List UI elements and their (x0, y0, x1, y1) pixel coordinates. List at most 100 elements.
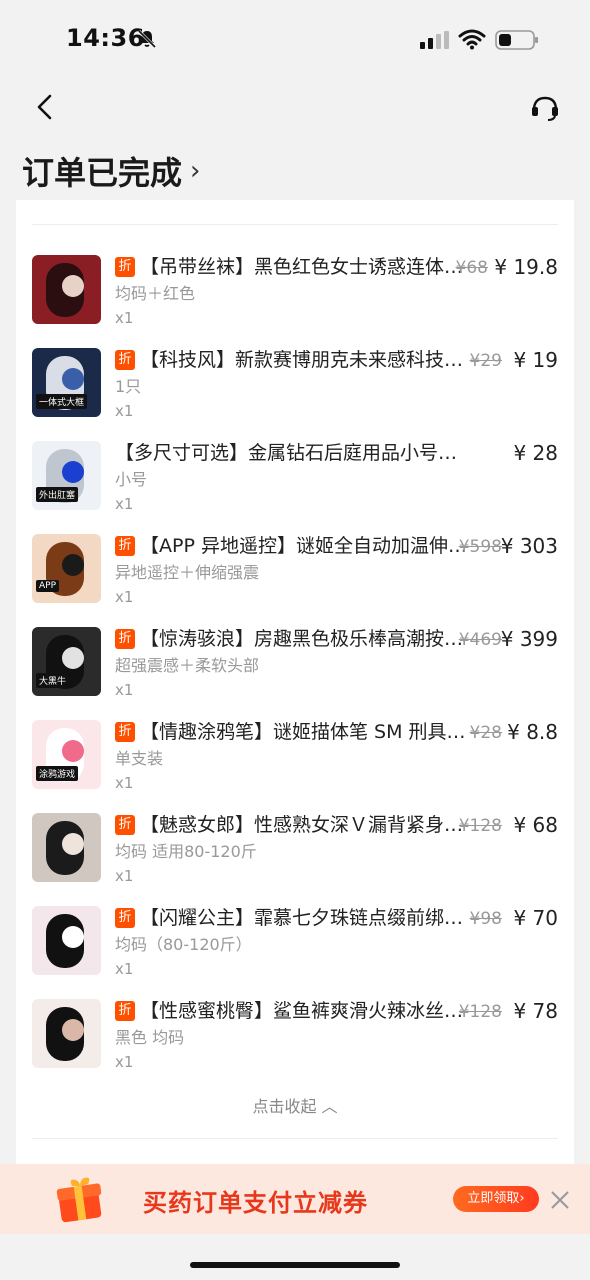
product-image-accent (62, 461, 84, 483)
product-spec: 单支装 (115, 749, 164, 768)
product-image-accent (62, 926, 84, 948)
order-items-card: 折【吊带丝袜】黑色红色女士诱惑连体丝袜 ¥68 ¥ 19.8 均码＋红色 x1 一体式大框… (16, 200, 574, 1164)
discount-badge: 折 (115, 536, 135, 556)
original-price: ¥98 (469, 909, 502, 929)
product-title: 【多尺寸可选】金属钻石后庭用品小号大号肛塞 (115, 442, 467, 464)
product-price: ¥ 8.8 (507, 720, 558, 744)
product-spec: 小号 (115, 470, 148, 489)
product-title: 【吊带丝袜】黑色红色女士诱惑连体丝袜 (140, 256, 467, 278)
product-title: 【APP 异地遥控】谜姬全自动加温伸缩炮机 (140, 535, 467, 557)
discount-badge: 折 (115, 908, 135, 928)
battery-icon (495, 30, 538, 50)
product-thumbnail: 涂鸦游戏 (32, 720, 101, 789)
thumbnail-label: 一体式大框 (36, 394, 88, 409)
original-price: ¥598 (458, 537, 502, 557)
coupon-banner[interactable]: 买药订单支付立减券 立即领取› (0, 1164, 590, 1234)
status-time: 14:36 (66, 24, 145, 52)
product-quantity: x1 (115, 495, 134, 513)
order-item[interactable]: 折【性感蜜桃臀】鲨鱼裤爽滑火辣冰丝打底裤 ¥128 ¥ 78 黑色 均码 x1 (32, 999, 558, 1079)
chevron-right-icon: › (190, 156, 201, 186)
product-title: 【性感蜜桃臀】鲨鱼裤爽滑火辣冰丝打底裤 (140, 1000, 467, 1022)
collapse-button[interactable]: 点击收起 ︿ (16, 1093, 574, 1117)
product-spec: 1只 (115, 377, 142, 396)
product-price: ¥ 70 (513, 906, 558, 930)
order-status-text: 订单已完成 (22, 154, 183, 192)
discount-badge: 折 (115, 629, 135, 649)
original-price: ¥68 (455, 258, 488, 278)
divider (32, 1138, 558, 1139)
product-price: ¥ 28 (513, 441, 558, 465)
product-spec: 黑色 均码 (115, 1028, 185, 1047)
product-price: ¥ 303 (500, 534, 558, 558)
product-spec: 均码 适用80-120斤 (115, 842, 257, 861)
thumbnail-label: APP (36, 580, 60, 592)
product-quantity: x1 (115, 309, 134, 327)
headset-icon[interactable] (528, 93, 562, 123)
product-thumbnail (32, 999, 101, 1068)
product-image-accent (62, 368, 84, 390)
product-thumbnail: 外出肛塞 (32, 441, 101, 510)
product-quantity: x1 (115, 402, 134, 420)
discount-badge: 折 (115, 1001, 135, 1021)
thumbnail-label: 外出肛塞 (36, 487, 79, 502)
order-item[interactable]: APP 折【APP 异地遥控】谜姬全自动加温伸缩炮机¥598¥ 303 异地遥控＋伸… (32, 534, 558, 614)
thumbnail-label: 涂鸦游戏 (36, 766, 79, 781)
original-price: ¥469 (458, 630, 502, 650)
product-image-accent (62, 833, 84, 855)
order-item[interactable]: 一体式大框 折【科技风】新款赛博朋克未来感科技眼罩 ¥29 ¥ 19 1只 x1 (32, 348, 558, 428)
product-price: ¥ 19 (513, 348, 558, 372)
product-quantity: x1 (115, 588, 134, 606)
product-spec: 均码（80-120斤） (115, 935, 252, 954)
order-item[interactable]: 折【吊带丝袜】黑色红色女士诱惑连体丝袜 ¥68 ¥ 19.8 均码＋红色 x1 (32, 255, 558, 335)
product-image-accent (62, 647, 84, 669)
signal-icon (420, 31, 449, 49)
order-item[interactable]: 涂鸦游戏 折【情趣涂鸦笔】谜姬描体笔 SM 刑具道具 ¥28 ¥ 8.8 单支装 x1 (32, 720, 558, 800)
original-price: ¥128 (458, 816, 502, 836)
discount-badge: 折 (115, 257, 135, 277)
product-title: 【惊涛骇浪】房趣黑色极乐棒高潮按摩器 (140, 628, 467, 650)
home-indicator (190, 1262, 400, 1268)
product-thumbnail (32, 906, 101, 975)
discount-badge: 折 (115, 722, 135, 742)
product-image-accent (62, 740, 84, 762)
product-price: ¥ 19.8 (494, 255, 558, 279)
product-thumbnail: 大黑牛 (32, 627, 101, 696)
product-image-accent (62, 554, 84, 576)
product-thumbnail (32, 813, 101, 882)
product-spec: 超强震感＋柔软头部 (115, 656, 260, 675)
product-title: 【科技风】新款赛博朋克未来感科技眼罩 (140, 349, 467, 371)
order-item[interactable]: 外出肛塞 【多尺寸可选】金属钻石后庭用品小号大号肛塞 ¥ 28 小号 x1 (32, 441, 558, 521)
product-title: 【魅惑女郎】性感熟女深Ｖ漏背紧身睡裙 (140, 814, 467, 836)
product-price: ¥ 78 (513, 999, 558, 1023)
product-thumbnail (32, 255, 101, 324)
product-title: 【闪耀公主】霏慕七夕珠链点缀前绑带套装 (140, 907, 467, 929)
product-thumbnail: 一体式大框 (32, 348, 101, 417)
product-spec: 异地遥控＋伸缩强震 (115, 563, 260, 582)
status-bar: 14:36 (0, 0, 590, 80)
product-quantity: x1 (115, 1053, 134, 1071)
product-price: ¥ 399 (500, 627, 558, 651)
thumbnail-label: 大黑牛 (36, 673, 70, 688)
order-item[interactable]: 折【闪耀公主】霏慕七夕珠链点缀前绑带套装 ¥98 ¥ 70 均码（80-120斤） x1 (32, 906, 558, 986)
gift-icon (56, 1177, 102, 1223)
product-quantity: x1 (115, 681, 134, 699)
product-thumbnail: APP (32, 534, 101, 603)
original-price: ¥28 (469, 723, 502, 743)
bell-off-icon (137, 29, 157, 49)
original-price: ¥128 (458, 1002, 502, 1022)
product-image-accent (62, 275, 84, 297)
product-spec: 均码＋红色 (115, 284, 196, 303)
order-item[interactable]: 折【魅惑女郎】性感熟女深Ｖ漏背紧身睡裙 ¥128 ¥ 68 均码 适用80-120斤 x… (32, 813, 558, 893)
order-status-title[interactable]: 订单已完成 › (22, 148, 200, 194)
order-item[interactable]: 大黑牛 折【惊涛骇浪】房趣黑色极乐棒高潮按摩器 ¥469 ¥ 399 超强震感＋柔软头部… (32, 627, 558, 707)
claim-now-button[interactable]: 立即领取› (453, 1186, 539, 1212)
original-price: ¥29 (469, 351, 502, 371)
product-quantity: x1 (115, 960, 134, 978)
back-arrow-icon[interactable] (30, 92, 60, 122)
product-title: 【情趣涂鸦笔】谜姬描体笔 SM 刑具道具 (140, 721, 467, 743)
product-image-accent (62, 1019, 84, 1041)
product-quantity: x1 (115, 774, 134, 792)
close-icon[interactable] (549, 1189, 571, 1211)
discount-badge: 折 (115, 815, 135, 835)
product-price: ¥ 68 (513, 813, 558, 837)
